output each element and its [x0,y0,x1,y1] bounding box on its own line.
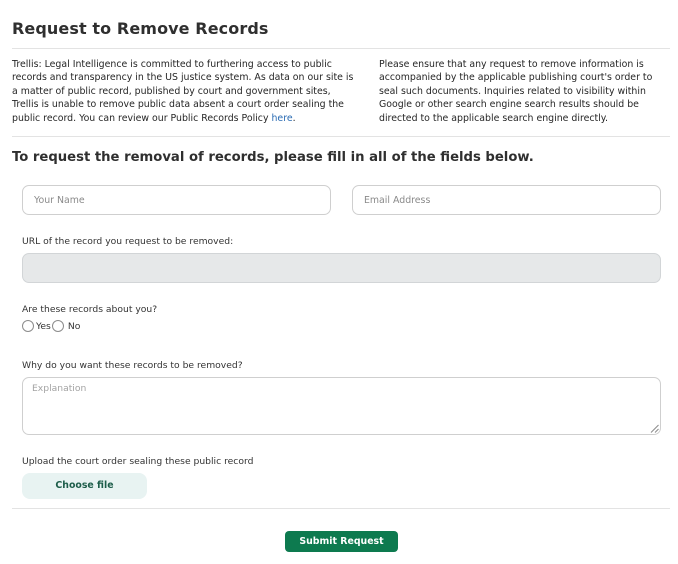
intro-left-text: Trellis: Legal Intelligence is committed… [12,58,360,125]
choose-file-button[interactable]: Choose file [22,473,147,499]
intro-right-text: Please ensure that any request to remove… [379,59,653,124]
page-title: Request to Remove Records [12,19,269,38]
header-divider [12,48,670,49]
form-heading: To request the removal of records, pleas… [12,150,534,165]
public-records-policy-link[interactable]: here [271,113,292,124]
radio-yes-label[interactable]: Yes [36,321,51,332]
upload-label: Upload the court order sealing these pub… [22,456,254,467]
intro-left-body: Trellis: Legal Intelligence is committed… [12,59,354,124]
remove-records-page: Request to Remove Records Trellis: Legal… [0,0,678,564]
footer-divider [12,508,670,509]
record-url-input[interactable] [22,253,661,283]
intro-left-suffix: . [292,112,296,124]
intro-divider [12,136,670,137]
about-you-radio-group: Yes No [22,320,81,332]
url-label: URL of the record you request to be remo… [22,236,234,247]
explanation-textarea[interactable] [22,377,661,435]
name-input[interactable] [22,185,331,215]
radio-no[interactable] [51,320,64,332]
resize-grip-icon[interactable] [650,424,659,433]
why-label: Why do you want these records to be remo… [22,360,243,371]
submit-request-button[interactable]: Submit Request [285,531,398,552]
radio-no-label[interactable]: No [68,321,81,332]
about-you-label: Are these records about you? [22,304,158,315]
email-input[interactable] [352,185,661,215]
radio-yes[interactable] [22,320,34,332]
